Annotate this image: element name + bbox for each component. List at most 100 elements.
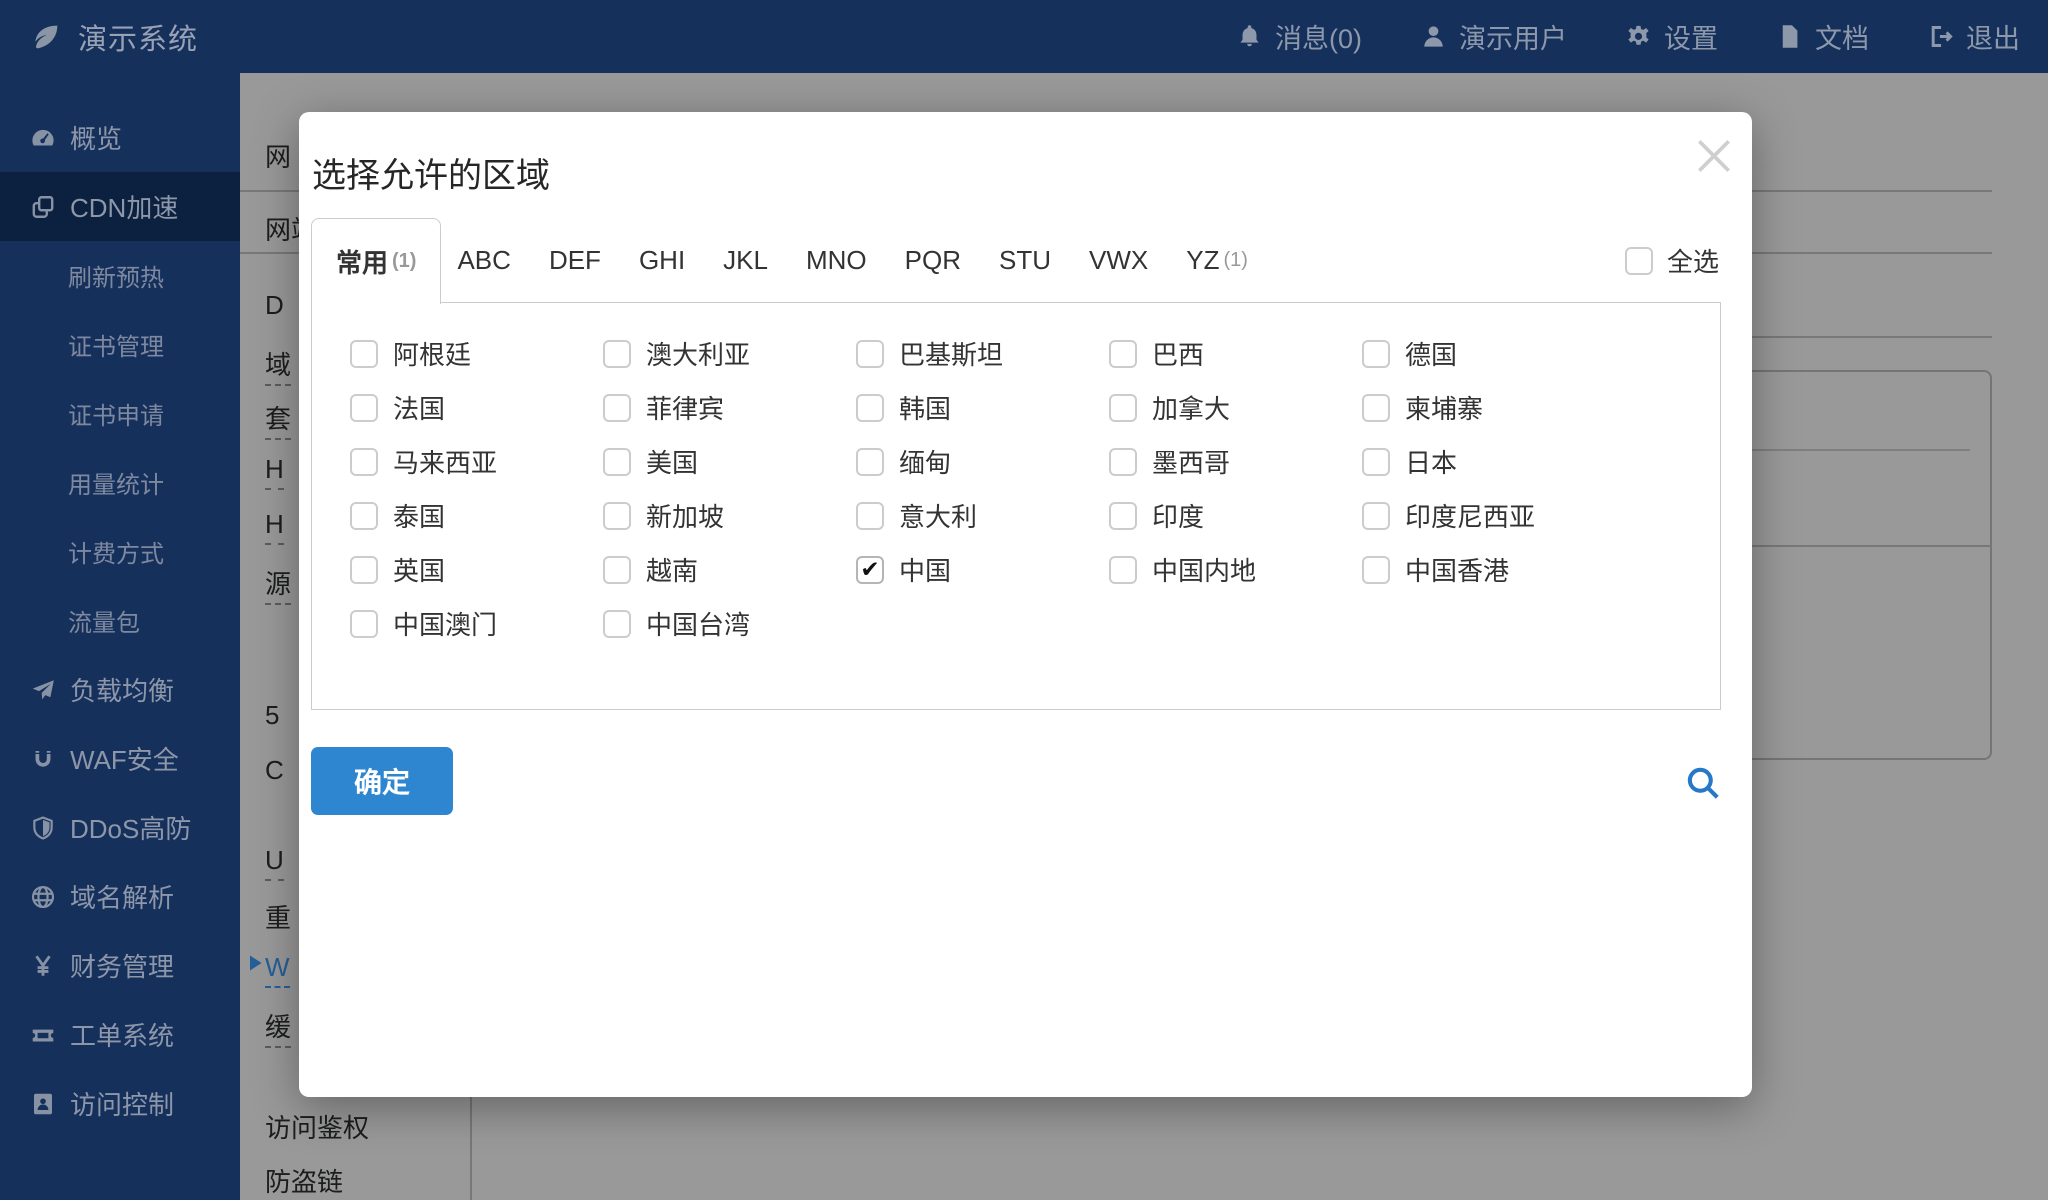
region-checkbox-item[interactable]: 泰国 bbox=[350, 501, 603, 532]
sidebar-item[interactable]: WAF安全 bbox=[0, 724, 240, 793]
region-label: 缅甸 bbox=[899, 448, 952, 478]
region-checkbox-item[interactable]: 中国台湾 bbox=[603, 609, 856, 640]
region-checkbox-item[interactable]: 印度尼西亚 bbox=[1362, 501, 1615, 532]
sidebar-item[interactable]: 负载均衡 bbox=[0, 655, 240, 724]
sidebar-item-label: CDN加速 bbox=[70, 193, 179, 223]
navbar-item[interactable]: 设置 bbox=[1625, 17, 1718, 56]
select-all-label: 全选 bbox=[1666, 247, 1719, 277]
sidebar-item[interactable]: 计费方式 bbox=[0, 517, 240, 586]
region-checkbox-item[interactable]: 巴西 bbox=[1109, 339, 1362, 370]
sidebar: 概览 CDN加速 刷新预热 证书管理 证书申请 用量统计 计费方式 流量包 负载… bbox=[0, 73, 240, 1200]
region-checkbox-item[interactable]: 英国 bbox=[350, 555, 603, 586]
ticket-icon bbox=[30, 1022, 56, 1048]
region-checkbox-item[interactable]: 越南 bbox=[603, 555, 856, 586]
navbar-item-label: 文档 bbox=[1815, 24, 1869, 54]
checkbox bbox=[603, 339, 631, 368]
checkbox bbox=[1109, 501, 1137, 530]
checkbox bbox=[350, 609, 378, 638]
region-label: 马来西亚 bbox=[393, 448, 498, 478]
region-checkbox-item[interactable]: 韩国 bbox=[856, 393, 1109, 424]
sidebar-item[interactable]: 工单系统 bbox=[0, 1000, 240, 1069]
tab[interactable]: GHI bbox=[639, 218, 689, 303]
sidebar-item-label: 概览 bbox=[70, 124, 123, 154]
sidebar-item[interactable]: CDN加速 bbox=[0, 172, 240, 241]
region-label: 意大利 bbox=[899, 502, 978, 532]
close-icon[interactable] bbox=[1684, 126, 1744, 186]
navbar-item[interactable]: 消息(0) bbox=[1236, 17, 1362, 56]
navbar-item-label: 演示用户 bbox=[1459, 24, 1567, 54]
tab[interactable]: DEF bbox=[549, 218, 605, 303]
navbar-item-label: 退出 bbox=[1966, 24, 2020, 54]
region-label: 泰国 bbox=[393, 502, 446, 532]
region-label: 加拿大 bbox=[1152, 394, 1231, 424]
region-checkbox-item[interactable]: 新加坡 bbox=[603, 501, 856, 532]
confirm-button[interactable]: 确定 bbox=[311, 747, 453, 815]
sidebar-item[interactable]: 用量统计 bbox=[0, 448, 240, 517]
sidebar-item[interactable]: 财务管理 bbox=[0, 931, 240, 1000]
navbar-item[interactable]: 退出 bbox=[1927, 17, 2020, 56]
checkbox bbox=[856, 339, 884, 368]
tab[interactable]: STU bbox=[999, 218, 1055, 303]
sidebar-item[interactable]: 证书申请 bbox=[0, 379, 240, 448]
yen-icon bbox=[30, 953, 56, 979]
tab[interactable]: YZ (1) bbox=[1186, 218, 1248, 303]
checkbox bbox=[1362, 339, 1390, 368]
sidebar-item[interactable]: DDoS高防 bbox=[0, 793, 240, 862]
region-checkbox-item[interactable]: 印度 bbox=[1109, 501, 1362, 532]
region-grid: 阿根廷 澳大利亚 巴基斯坦 巴西 德国 法国 菲律宾 韩国 加拿大 柬埔寨 马来… bbox=[350, 339, 1615, 640]
tab[interactable]: PQR bbox=[905, 218, 965, 303]
sidebar-menu: 概览 CDN加速 刷新预热 证书管理 证书申请 用量统计 计费方式 流量包 负载… bbox=[0, 103, 240, 1138]
search-icon[interactable] bbox=[1684, 764, 1722, 802]
tab[interactable]: VWX bbox=[1089, 218, 1152, 303]
tab[interactable]: JKL bbox=[723, 218, 772, 303]
region-checkbox-item[interactable]: 马来西亚 bbox=[350, 447, 603, 478]
region-checkbox-item[interactable]: 德国 bbox=[1362, 339, 1615, 370]
navbar-item[interactable]: 文档 bbox=[1776, 17, 1869, 56]
checkbox bbox=[1362, 501, 1390, 530]
sidebar-item[interactable]: 流量包 bbox=[0, 586, 240, 655]
magnet-icon bbox=[30, 746, 56, 772]
region-label: 墨西哥 bbox=[1152, 448, 1231, 478]
tab[interactable]: 常用 (1) bbox=[311, 218, 442, 304]
sidebar-item[interactable]: 证书管理 bbox=[0, 310, 240, 379]
region-label: 美国 bbox=[646, 448, 699, 478]
region-label: 法国 bbox=[393, 394, 446, 424]
leaf-icon bbox=[30, 21, 62, 53]
tab[interactable]: ABC bbox=[457, 218, 514, 303]
region-checkbox-item[interactable]: 日本 bbox=[1362, 447, 1615, 478]
region-checkbox-item[interactable]: 澳大利亚 bbox=[603, 339, 856, 370]
sidebar-item[interactable]: 域名解析 bbox=[0, 862, 240, 931]
region-checkbox-item[interactable]: 意大利 bbox=[856, 501, 1109, 532]
sidebar-item-label: 刷新预热 bbox=[68, 265, 164, 292]
region-checkbox-item[interactable]: 菲律宾 bbox=[603, 393, 856, 424]
region-checkbox-item[interactable]: 美国 bbox=[603, 447, 856, 478]
sidebar-item[interactable]: 概览 bbox=[0, 103, 240, 172]
navbar-item-label: 消息(0) bbox=[1275, 24, 1362, 54]
region-checkbox-item[interactable]: 缅甸 bbox=[856, 447, 1109, 478]
sidebar-item[interactable]: 访问控制 bbox=[0, 1069, 240, 1138]
region-label: 巴基斯坦 bbox=[899, 340, 1004, 370]
select-all-checkbox[interactable]: 全选 bbox=[1624, 218, 1719, 303]
sidebar-item[interactable]: 刷新预热 bbox=[0, 241, 240, 310]
region-checkbox-item[interactable]: 阿根廷 bbox=[350, 339, 603, 370]
navbar-item[interactable]: 演示用户 bbox=[1420, 17, 1567, 56]
region-select-dialog: 选择允许的区域 常用 (1) ABC DEF GHI JKL MNO PQR ST… bbox=[299, 112, 1752, 1097]
checkbox bbox=[603, 609, 631, 638]
checkbox bbox=[603, 447, 631, 476]
region-checkbox-item[interactable]: 中国内地 bbox=[1109, 555, 1362, 586]
region-checkbox-item[interactable]: 中国 bbox=[856, 555, 1109, 586]
region-checkbox-item[interactable]: 法国 bbox=[350, 393, 603, 424]
region-checkbox-item[interactable]: 加拿大 bbox=[1109, 393, 1362, 424]
region-checkbox-item[interactable]: 巴基斯坦 bbox=[856, 339, 1109, 370]
region-checkbox-item[interactable]: 中国澳门 bbox=[350, 609, 603, 640]
region-checkbox-item[interactable]: 中国香港 bbox=[1362, 555, 1615, 586]
checkbox bbox=[350, 501, 378, 530]
checkbox bbox=[1109, 555, 1137, 584]
region-checkbox-item[interactable]: 柬埔寨 bbox=[1362, 393, 1615, 424]
tab[interactable]: MNO bbox=[806, 218, 871, 303]
checkbox bbox=[1624, 246, 1653, 275]
region-label: 菲律宾 bbox=[646, 394, 725, 424]
app-brand[interactable]: 演示系统 bbox=[30, 0, 198, 73]
sidebar-item-label: DDoS高防 bbox=[70, 814, 192, 844]
region-checkbox-item[interactable]: 墨西哥 bbox=[1109, 447, 1362, 478]
